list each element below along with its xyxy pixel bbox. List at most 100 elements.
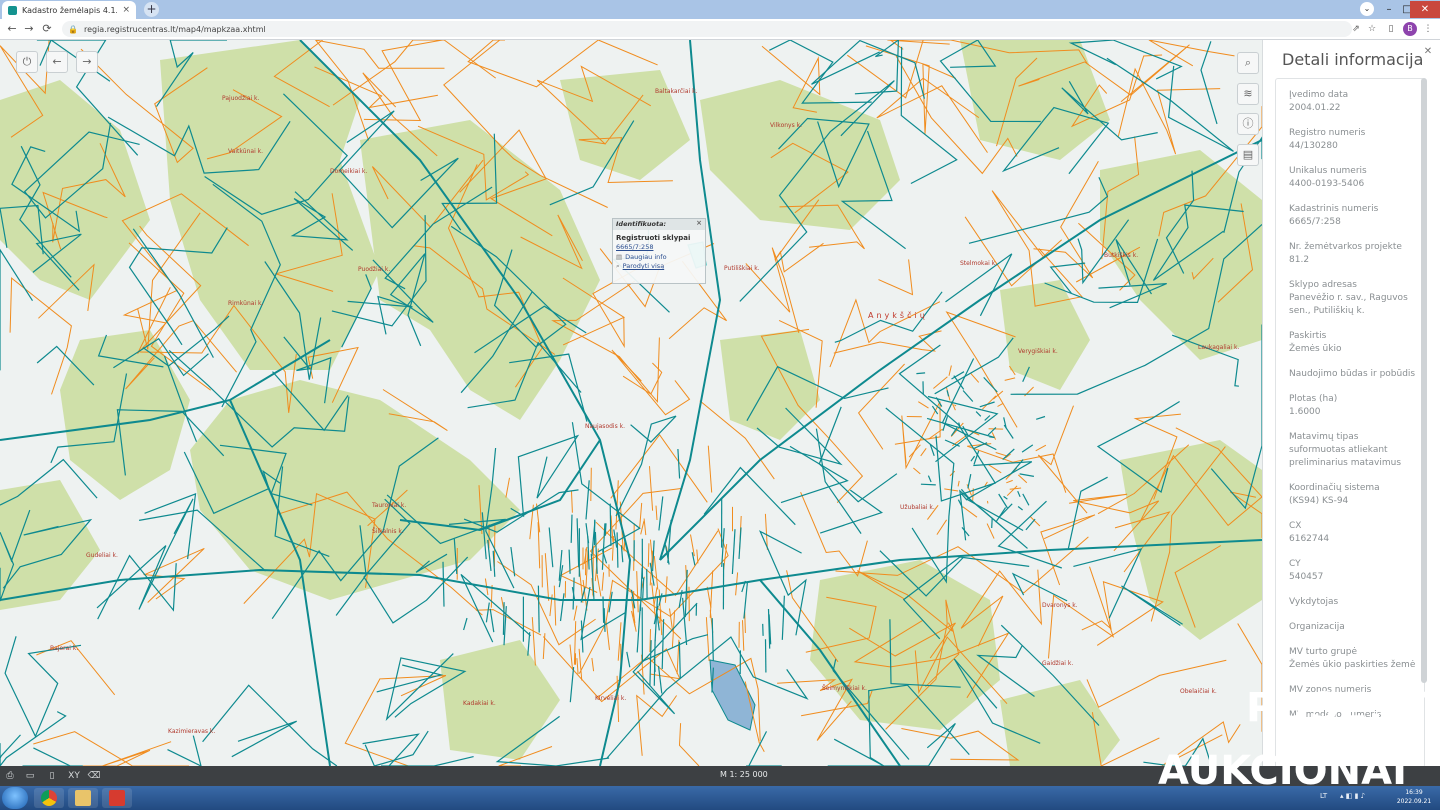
popup-show-all[interactable]: ⌕ Parodyti visą bbox=[613, 261, 705, 271]
parcel-boundary bbox=[1029, 516, 1041, 527]
cadastral-map[interactable]: Anykščių Pajuodžiai k. Domeikiai k. Vait… bbox=[0, 40, 1262, 766]
village-label: Tauroniai k. bbox=[372, 502, 407, 509]
parcel-boundary bbox=[657, 665, 663, 694]
forest-areas bbox=[0, 40, 1262, 766]
search-icon[interactable]: ⌕ bbox=[1237, 52, 1259, 74]
detail-field-label: Registro numeris bbox=[1289, 128, 1366, 138]
tab-search-button[interactable]: ⌄ bbox=[1360, 2, 1374, 16]
lock-icon: 🔒 bbox=[68, 24, 78, 34]
parcel-boundary bbox=[743, 581, 749, 619]
new-tab-button[interactable]: + bbox=[144, 2, 159, 17]
detail-field-label: Sklypo adresas bbox=[1289, 280, 1357, 290]
popup-close-icon[interactable]: × bbox=[696, 219, 702, 227]
bookmark-star-icon[interactable]: ☆ bbox=[1365, 22, 1379, 36]
parcel-boundary bbox=[576, 518, 580, 568]
detail-field: Koordinačių sistema (KS94) KS-94 bbox=[1289, 482, 1424, 508]
explorer-icon[interactable] bbox=[68, 788, 98, 808]
side-panel-icon[interactable]: ▯ bbox=[1384, 22, 1398, 36]
parcel-boundary bbox=[745, 247, 800, 334]
parcel-boundary bbox=[502, 602, 505, 635]
parcel-boundary bbox=[344, 675, 447, 766]
clock-date: 2022.09.21 bbox=[1396, 798, 1432, 805]
ruler-icon[interactable]: ▭ bbox=[22, 769, 38, 783]
parcel-boundary bbox=[585, 480, 590, 520]
parcel-boundary bbox=[933, 376, 948, 389]
detail-field: CY 540457 bbox=[1289, 558, 1424, 584]
parcel-boundary bbox=[1148, 40, 1235, 67]
parcel-boundary bbox=[640, 520, 645, 535]
url-text: regia.registrucentras.lt/map4/mapkzaa.xh… bbox=[83, 24, 266, 34]
parcel-boundary bbox=[1035, 444, 1047, 452]
browser-tab[interactable]: Kadastro žemėlapis 4.1.25 × bbox=[2, 1, 136, 19]
parcel-boundary bbox=[571, 491, 573, 513]
parcel-boundary bbox=[988, 464, 1002, 474]
parcel-boundary bbox=[920, 448, 927, 457]
popup-more-info[interactable]: ▤ Daugiau info bbox=[613, 252, 705, 261]
detail-field-label: Vykdytojas bbox=[1289, 597, 1339, 607]
parcel-boundary bbox=[603, 608, 606, 632]
detail-field: Plotas (ha) 1.6000 bbox=[1289, 393, 1424, 419]
parcel-boundary bbox=[332, 40, 496, 106]
reload-icon[interactable]: ⟳ bbox=[40, 21, 54, 37]
parcel-boundary bbox=[649, 466, 654, 511]
address-bar[interactable]: 🔒 regia.registrucentras.lt/map4/mapkzaa.… bbox=[62, 21, 1352, 37]
village-label: Užubaliai k. bbox=[900, 504, 935, 511]
back-icon[interactable]: ← bbox=[46, 51, 68, 73]
pdf-icon[interactable] bbox=[102, 788, 132, 808]
forward-arrow-icon[interactable]: → bbox=[22, 21, 36, 37]
parcel-boundary bbox=[857, 363, 905, 450]
profile-avatar[interactable]: B bbox=[1403, 22, 1417, 36]
layers-icon[interactable]: ≋ bbox=[1237, 83, 1259, 105]
parcel-boundary bbox=[991, 432, 997, 440]
forward-icon[interactable]: → bbox=[76, 51, 98, 73]
parcel-boundary bbox=[97, 554, 177, 620]
parcel-boundary bbox=[966, 484, 972, 496]
panel-scrollbar[interactable] bbox=[1421, 78, 1427, 683]
power-icon[interactable]: ⏻ bbox=[16, 51, 38, 73]
detail-panel: Detali informacija ✕ Įvedimo data 2004.01… bbox=[1262, 40, 1440, 768]
detail-field: Kadastrinis numeris 6665/7:258 bbox=[1289, 203, 1424, 229]
document-icon[interactable]: ▯ bbox=[44, 769, 60, 783]
parcel-boundary bbox=[652, 540, 655, 572]
parcel-boundary bbox=[0, 711, 67, 766]
popup-parcel-link[interactable]: 6665/7:258 bbox=[613, 242, 705, 252]
village-label: Verygiškiai k. bbox=[1018, 348, 1058, 355]
parcel-boundary bbox=[948, 365, 952, 376]
village-label: Bajorai k. bbox=[50, 645, 79, 652]
parcel-boundary bbox=[144, 492, 197, 559]
detail-fields-list[interactable]: Įvedimo data 2004.01.22 Registro numeris 44… bbox=[1275, 78, 1425, 768]
tab-close-icon[interactable]: × bbox=[122, 5, 130, 15]
parcel-boundary bbox=[706, 586, 712, 608]
browser-tab-strip: Kadastro žemėlapis 4.1.25 × + ⌄ – □ ✕ bbox=[0, 0, 1440, 19]
detail-field-label: CY bbox=[1289, 559, 1301, 569]
village-label: Kadakiai k. bbox=[463, 700, 496, 707]
parcel-boundary bbox=[677, 448, 681, 479]
eraser-icon[interactable]: ⌫ bbox=[86, 769, 102, 783]
parcel-boundary bbox=[613, 529, 618, 548]
detail-field-value: (KS94) KS-94 bbox=[1289, 496, 1349, 506]
list-icon[interactable]: ▤ bbox=[1237, 144, 1259, 166]
close-window-button[interactable]: ✕ bbox=[1410, 1, 1440, 18]
parcel-boundary bbox=[653, 555, 659, 590]
parcel-boundary bbox=[655, 505, 658, 521]
parcel-boundary bbox=[827, 722, 956, 766]
parcel-boundary bbox=[967, 473, 972, 489]
info-icon[interactable]: ⓘ bbox=[1237, 113, 1259, 135]
parcel-boundary bbox=[626, 651, 631, 668]
panel-close-icon[interactable]: ✕ bbox=[1421, 45, 1435, 59]
start-button[interactable] bbox=[2, 787, 28, 809]
parcel-boundary bbox=[970, 455, 976, 462]
document-icon: ▤ bbox=[616, 253, 623, 261]
xy-icon[interactable]: XY bbox=[64, 769, 84, 783]
parcel-boundary bbox=[553, 585, 557, 626]
printer-icon[interactable]: ⎙ bbox=[2, 769, 18, 783]
chrome-icon[interactable] bbox=[34, 788, 64, 808]
browser-menu-icon[interactable]: ⋮ bbox=[1421, 22, 1435, 36]
village-label: Kazimieravas k. bbox=[168, 728, 216, 735]
parcel-boundary bbox=[661, 619, 665, 670]
back-arrow-icon[interactable]: ← bbox=[5, 21, 19, 37]
detail-field: Nr. žemėtvarkos projekte 81.2 bbox=[1289, 241, 1424, 267]
parcel-boundary bbox=[569, 667, 575, 703]
map-canvas[interactable] bbox=[0, 40, 1262, 766]
share-icon[interactable]: ⇗ bbox=[1349, 22, 1363, 36]
